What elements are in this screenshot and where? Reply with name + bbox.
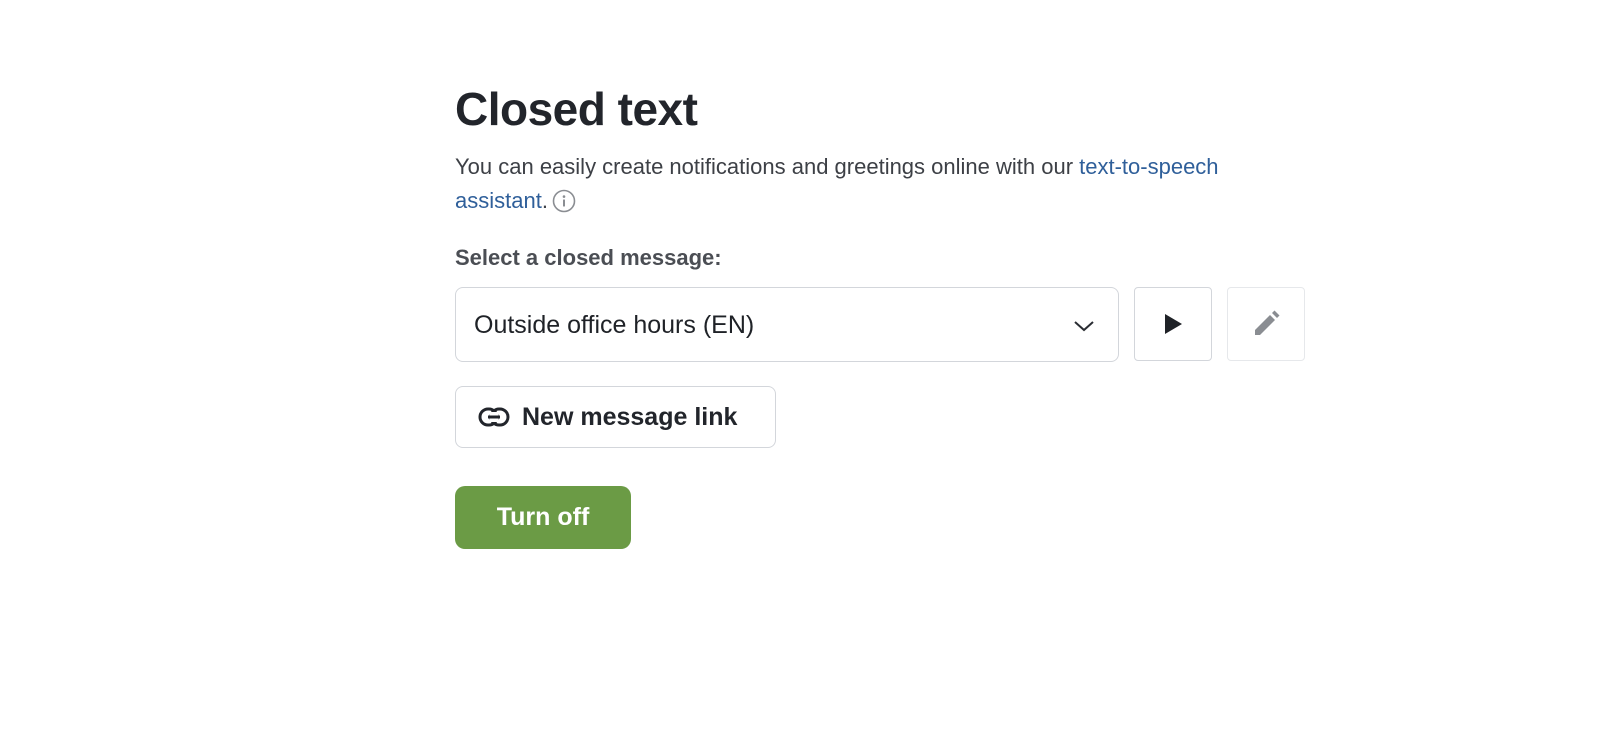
- play-button[interactable]: [1134, 287, 1212, 361]
- new-message-link-button[interactable]: New message link: [455, 386, 777, 448]
- description-text: You can easily create notifications and …: [455, 154, 1080, 179]
- page-title: Closed text: [455, 83, 698, 135]
- link-icon: [478, 407, 510, 427]
- turn-off-button[interactable]: Turn off: [455, 486, 631, 549]
- closed-message-select[interactable]: Outside office hours (EN): [455, 287, 1119, 362]
- chevron-down-icon: [1074, 321, 1094, 332]
- closed-message-selected-value: Outside office hours (EN): [474, 311, 755, 339]
- closed-message-row: Outside office hours (EN): [455, 287, 1315, 362]
- play-icon: [1165, 314, 1182, 334]
- edit-button[interactable]: [1227, 287, 1305, 361]
- new-message-link-label: New message link: [522, 402, 738, 431]
- pencil-icon: [1255, 310, 1280, 335]
- description: You can easily create notifications and …: [455, 150, 1295, 218]
- closed-text-panel: Closed text You can easily create notifi…: [455, 78, 1315, 549]
- page: Closed text You can easily create notifi…: [0, 0, 1600, 730]
- info-icon[interactable]: [552, 189, 576, 213]
- description-end: .: [541, 188, 548, 213]
- closed-message-label: Select a closed message:: [455, 245, 722, 270]
